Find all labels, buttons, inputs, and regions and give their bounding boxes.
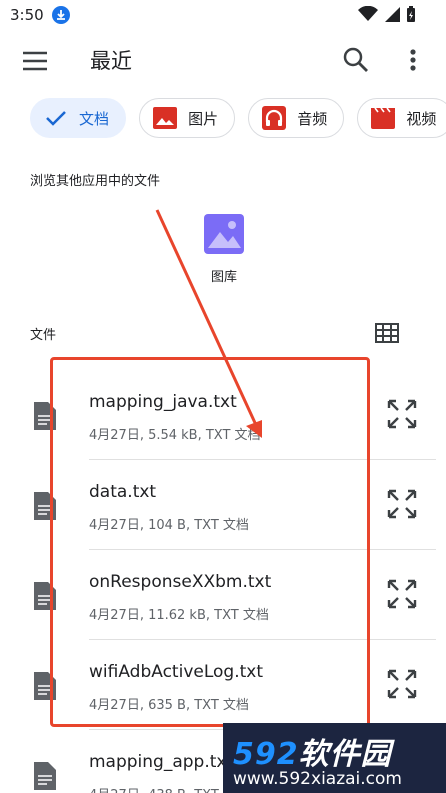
file-meta: 4月27日, 11.62 kB, TXT 文档 (89, 608, 269, 623)
file-row[interactable]: onResponseXXbm.txt 4月27日, 11.62 kB, TXT … (0, 550, 446, 640)
grid-view-icon (375, 323, 399, 343)
document-icon (34, 582, 56, 610)
expand-button[interactable] (386, 578, 418, 610)
page-title: 最近 (90, 49, 132, 73)
browse-section-label: 浏览其他应用中的文件 (30, 174, 161, 189)
gallery-icon (202, 212, 246, 256)
file-name: wifiAdbActiveLog.txt (89, 662, 263, 682)
movie-icon (370, 105, 396, 131)
file-name: onResponseXXbm.txt (89, 572, 272, 592)
document-icon (34, 672, 56, 700)
files-section-label: 文件 (30, 328, 57, 343)
status-time: 3:50 (10, 6, 44, 24)
gallery-label: 图库 (210, 270, 237, 285)
app-bar: 最近 (0, 30, 446, 90)
more-vert-icon (410, 49, 416, 71)
wifi-icon (357, 5, 378, 21)
chip-audio[interactable]: 音频 (248, 98, 345, 138)
file-meta: 4月27日, 635 B, TXT 文档 (89, 698, 249, 713)
chip-label: 音频 (297, 109, 328, 128)
chip-label: 视频 (406, 109, 437, 128)
headphones-icon (261, 105, 287, 131)
chip-label: 图片 (188, 109, 219, 128)
file-row[interactable]: wifiAdbActiveLog.txt 4月27日, 635 B, TXT 文… (0, 640, 446, 730)
search-button[interactable] (340, 44, 372, 76)
check-icon (43, 105, 69, 131)
chip-video[interactable]: 视频 (357, 98, 446, 138)
watermark-brand: 592软件园 (233, 737, 392, 772)
watermark-logo: 592软件园 www.592xiazai.com (223, 723, 446, 793)
signal-icon (384, 7, 400, 22)
file-name: mapping_app.txt (89, 752, 234, 772)
image-icon (152, 105, 178, 131)
menu-button[interactable] (20, 46, 50, 76)
search-icon (343, 47, 368, 72)
status-icons (357, 5, 416, 26)
file-name: data.txt (89, 482, 157, 502)
filter-chips: 文档 图片 音频 视频 (30, 98, 446, 140)
watermark-url: www.592xiazai.com (233, 769, 402, 789)
battery-icon (407, 6, 415, 22)
file-row[interactable]: data.txt 4月27日, 104 B, TXT 文档 (0, 460, 446, 550)
file-name: mapping_java.txt (89, 392, 237, 412)
file-meta: 4月27日, 104 B, TXT 文档 (89, 518, 249, 533)
fullscreen-icon (387, 669, 417, 699)
more-options-button[interactable] (398, 44, 428, 76)
chip-documents[interactable]: 文档 (30, 98, 127, 138)
status-bar: 3:50 (0, 0, 446, 30)
download-icon (52, 6, 70, 24)
expand-button[interactable] (386, 488, 418, 520)
file-row[interactable]: mapping_java.txt 4月27日, 5.54 kB, TXT 文档 (0, 370, 446, 460)
expand-button[interactable] (386, 668, 418, 700)
document-icon (34, 762, 56, 790)
grid-view-button[interactable] (374, 320, 400, 346)
document-icon (34, 402, 56, 430)
fullscreen-icon (387, 489, 417, 519)
hamburger-menu-icon (23, 51, 47, 71)
file-meta: 4月27日, 5.54 kB, TXT 文档 (89, 428, 261, 443)
chip-images[interactable]: 图片 (139, 98, 236, 138)
fullscreen-icon (387, 399, 417, 429)
chip-label: 文档 (79, 109, 110, 128)
fullscreen-icon (387, 579, 417, 609)
expand-button[interactable] (386, 398, 418, 430)
gallery-app[interactable]: 图库 (195, 212, 253, 285)
document-icon (34, 492, 56, 520)
